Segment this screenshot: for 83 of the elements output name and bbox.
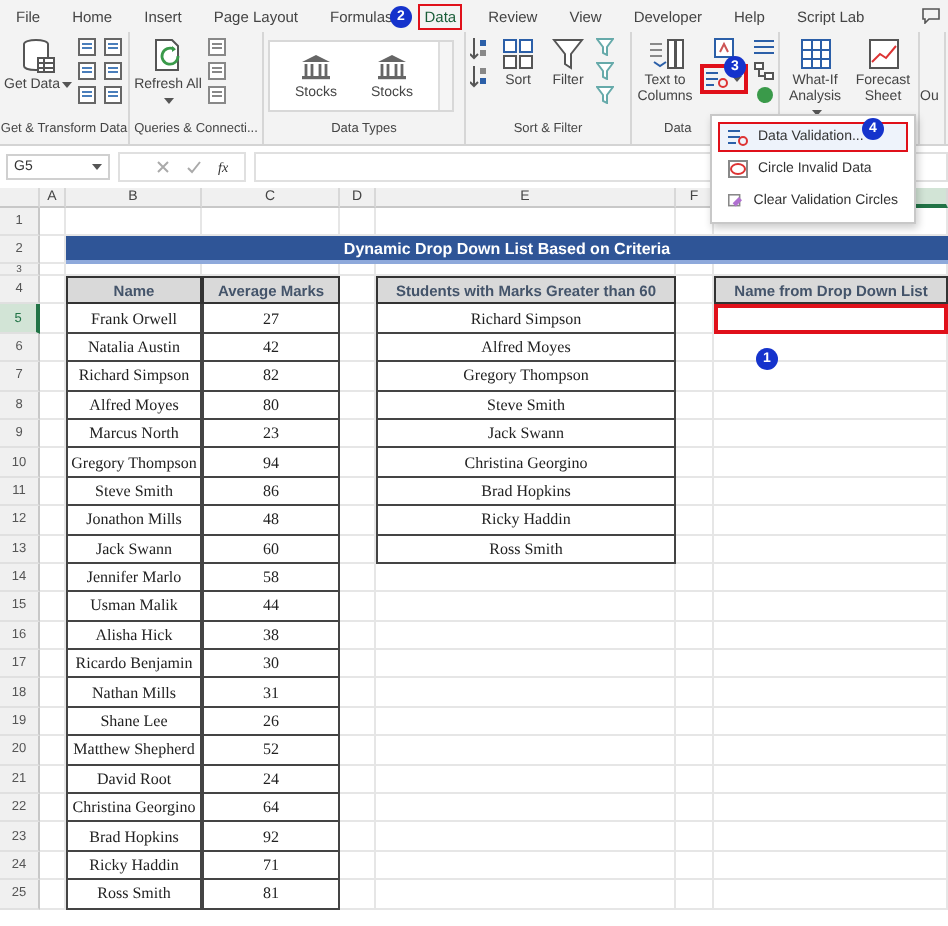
table-cell: Alfred Moyes (376, 333, 676, 363)
validation-icon (706, 70, 728, 88)
table-cell: Usman Malik (66, 592, 202, 622)
validation-icon (728, 128, 748, 146)
sheet-icon[interactable] (104, 62, 122, 80)
table-cell: Steve Smith (66, 477, 202, 507)
table-cell: 48 (202, 506, 340, 536)
table-cell: 31 (202, 678, 340, 708)
table-cell: Richard Simpson (66, 362, 202, 392)
table-cell: Gregory Thompson (66, 448, 202, 478)
table-cell: 38 (202, 621, 340, 651)
table-cell: 30 (202, 650, 340, 679)
table-cell: Ricky Haddin (66, 851, 202, 881)
table-cell: 71 (202, 851, 340, 881)
table-cell: Natalia Austin (66, 333, 202, 363)
table-cell: 94 (202, 448, 340, 478)
sheet-icon[interactable] (78, 86, 96, 104)
sort-ascending-icon[interactable] (470, 38, 488, 60)
table-cell: Jack Swann (66, 535, 202, 564)
table-cell: Jack Swann (376, 419, 676, 449)
sort-icon (502, 38, 534, 70)
table-cell: Alfred Moyes (66, 391, 202, 420)
table-cell: Christina Georgino (66, 794, 202, 823)
table-cell: Shane Lee (66, 707, 202, 737)
caret-icon (164, 97, 174, 104)
comment-icon[interactable] (922, 8, 940, 24)
relationships-icon[interactable] (754, 62, 774, 80)
caret-icon (92, 164, 102, 170)
table-cell: Alisha Hick (66, 621, 202, 651)
list-icon[interactable] (754, 38, 774, 56)
caret-icon (62, 81, 73, 88)
sheet-icon[interactable] (208, 62, 226, 80)
table-cell: Steve Smith (376, 391, 676, 420)
table-cell: Richard Simpson (376, 304, 676, 334)
table-cell: 26 (202, 707, 340, 737)
table-cell: Jennifer Marlo (66, 563, 202, 593)
sheet-icon[interactable] (104, 38, 122, 56)
table-cell: 60 (202, 535, 340, 564)
sheet-icon[interactable] (78, 62, 96, 80)
table-title: Dynamic Drop Down List Based on Criteria (66, 236, 948, 264)
filter-icon (552, 38, 584, 70)
table-cell: 81 (202, 880, 340, 910)
table-cell: Brad Hopkins (376, 477, 676, 507)
table-cell: 92 (202, 822, 340, 852)
bank-icon (300, 53, 332, 79)
table-cell: 52 (202, 736, 340, 766)
line-chart-icon (867, 38, 899, 70)
table-cell: Matthew Shepherd (66, 736, 202, 766)
sort-descending-icon[interactable] (470, 66, 488, 88)
table-cell: Jonathon Mills (66, 506, 202, 536)
table-cell: Ross Smith (66, 880, 202, 910)
table-cell: Ricardo Benjamin (66, 650, 202, 679)
table-cell: Frank Orwell (66, 304, 202, 334)
table-cell: 24 (202, 765, 340, 795)
table-cell: 27 (202, 304, 340, 334)
sheet-icon[interactable] (78, 38, 96, 56)
table-cell: Gregory Thompson (376, 362, 676, 392)
table-cell: 42 (202, 333, 340, 363)
table-cell: 44 (202, 592, 340, 622)
table-cell: Christina Georgino (376, 448, 676, 478)
table-cell: Brad Hopkins (66, 822, 202, 852)
table-cell: Ross Smith (376, 535, 676, 564)
table-icon (799, 38, 831, 70)
table-cell: 82 (202, 362, 340, 392)
table-cell: David Root (66, 765, 202, 795)
sheet-icon[interactable] (208, 38, 226, 56)
drop-down-cell[interactable] (714, 304, 948, 334)
columns-icon (647, 38, 683, 70)
sheet-icon[interactable] (208, 86, 226, 104)
table-cell: 58 (202, 563, 340, 593)
bank-icon (376, 53, 408, 79)
database-icon (20, 38, 56, 74)
table-cell: Nathan Mills (66, 678, 202, 708)
table-cell: Ricky Haddin (376, 506, 676, 536)
table-cell: Marcus North (66, 419, 202, 449)
table-cell: 64 (202, 794, 340, 823)
table-cell: 86 (202, 477, 340, 507)
sheet-icon[interactable] (104, 86, 122, 104)
eraser-icon (728, 192, 744, 210)
table-cell: 23 (202, 419, 340, 449)
gallery-scroll-bar[interactable] (438, 42, 452, 110)
circle-icon (728, 160, 748, 178)
table-cell: 80 (202, 391, 340, 420)
